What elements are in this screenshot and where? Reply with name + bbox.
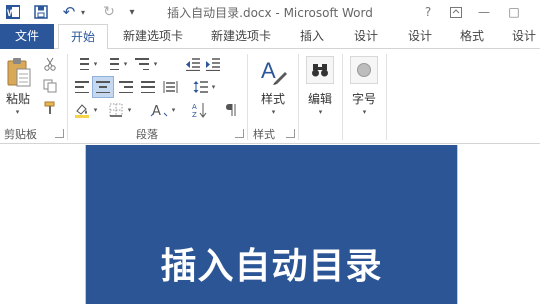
styles-launcher-icon[interactable] bbox=[286, 129, 295, 138]
binoculars-icon[interactable] bbox=[306, 56, 334, 84]
svg-text:W: W bbox=[7, 8, 16, 18]
styles-icon[interactable]: A bbox=[258, 56, 288, 86]
chinese-layout-dropdown-icon[interactable]: ▾ bbox=[170, 102, 177, 118]
save-icon[interactable] bbox=[32, 3, 50, 21]
tab-design-3[interactable]: 设计 bbox=[504, 24, 540, 48]
clipboard-launcher-icon[interactable] bbox=[55, 129, 64, 138]
clipboard-group-label: 剪贴板 bbox=[4, 128, 37, 141]
align-left-icon[interactable] bbox=[74, 79, 90, 95]
font-size-dropdown-icon[interactable]: ▾ bbox=[361, 104, 368, 120]
align-right-icon[interactable] bbox=[118, 79, 134, 95]
customize-qat-icon[interactable]: ▾ bbox=[126, 3, 138, 21]
multilevel-list-icon[interactable] bbox=[134, 56, 150, 72]
group-separator bbox=[247, 54, 248, 140]
minimize-icon[interactable]: — bbox=[472, 2, 496, 22]
paste-icon[interactable] bbox=[6, 56, 32, 88]
document-heading[interactable]: 插入自动目录 bbox=[86, 237, 457, 289]
bullets-icon[interactable] bbox=[74, 56, 90, 72]
increase-indent-icon[interactable] bbox=[204, 56, 220, 72]
group-separator bbox=[67, 54, 68, 140]
copy-icon[interactable] bbox=[42, 78, 58, 94]
bullets-dropdown-icon[interactable]: ▾ bbox=[92, 56, 99, 72]
restore-icon[interactable]: □ bbox=[502, 2, 526, 22]
tab-new-1[interactable]: 新建选项卡 bbox=[116, 24, 190, 48]
window-title: 插入自动目录.docx - Microsoft Word bbox=[167, 6, 373, 20]
borders-icon[interactable] bbox=[108, 102, 124, 118]
svg-text:A: A bbox=[261, 58, 276, 83]
tab-new-2[interactable]: 新建选项卡 bbox=[204, 24, 278, 48]
numbering-dropdown-icon[interactable]: ▾ bbox=[122, 56, 129, 72]
cut-icon[interactable] bbox=[42, 56, 58, 72]
group-separator bbox=[342, 54, 343, 140]
tab-format[interactable]: 格式 bbox=[452, 24, 492, 48]
styles-dropdown-icon[interactable]: ▾ bbox=[270, 104, 277, 120]
group-separator bbox=[298, 54, 299, 140]
tab-file[interactable]: 文件 bbox=[0, 24, 54, 49]
sort-icon[interactable]: AZ bbox=[192, 102, 208, 118]
chinese-layout-glyph: A bbox=[152, 104, 161, 118]
font-size-icon[interactable] bbox=[350, 56, 378, 84]
help-icon[interactable]: ? bbox=[416, 2, 440, 22]
redo-icon[interactable]: ↻ bbox=[100, 3, 118, 21]
distributed-icon[interactable] bbox=[162, 79, 178, 95]
editing-dropdown-icon[interactable]: ▾ bbox=[317, 104, 324, 120]
format-painter-icon[interactable] bbox=[42, 100, 58, 116]
line-spacing-icon[interactable] bbox=[192, 79, 208, 95]
tab-home[interactable]: 开始 bbox=[58, 24, 108, 49]
svg-text:A: A bbox=[192, 103, 197, 111]
paste-dropdown-icon[interactable]: ▾ bbox=[14, 104, 21, 120]
chinese-layout-icon[interactable]: A bbox=[150, 101, 168, 119]
word-logo-icon[interactable]: W bbox=[4, 3, 22, 21]
undo-icon[interactable]: ↶ bbox=[60, 3, 78, 21]
tab-insert[interactable]: 插入 bbox=[292, 24, 332, 48]
tab-design-2[interactable]: 设计 bbox=[400, 24, 440, 48]
ribbon-display-icon[interactable] bbox=[444, 2, 468, 22]
numbering-icon[interactable] bbox=[104, 56, 120, 72]
center-icon[interactable] bbox=[92, 76, 114, 98]
borders-dropdown-icon[interactable]: ▾ bbox=[126, 102, 133, 118]
styles-group-label: 样式 bbox=[253, 128, 275, 141]
justify-icon[interactable] bbox=[140, 79, 156, 95]
shading-dropdown-icon[interactable]: ▾ bbox=[92, 102, 99, 118]
show-marks-icon[interactable] bbox=[224, 102, 240, 118]
svg-text:Z: Z bbox=[192, 111, 197, 118]
undo-dropdown-icon[interactable]: ▾ bbox=[78, 3, 88, 21]
paragraph-launcher-icon[interactable] bbox=[235, 129, 244, 138]
tab-design-1[interactable]: 设计 bbox=[346, 24, 386, 48]
group-separator bbox=[386, 54, 387, 140]
line-spacing-dropdown-icon[interactable]: ▾ bbox=[210, 79, 217, 95]
page-right-edge bbox=[457, 145, 458, 304]
paragraph-group-label: 段落 bbox=[136, 128, 158, 141]
shading-icon[interactable] bbox=[74, 102, 90, 118]
decrease-indent-icon[interactable] bbox=[184, 56, 200, 72]
multilevel-dropdown-icon[interactable]: ▾ bbox=[152, 56, 159, 72]
